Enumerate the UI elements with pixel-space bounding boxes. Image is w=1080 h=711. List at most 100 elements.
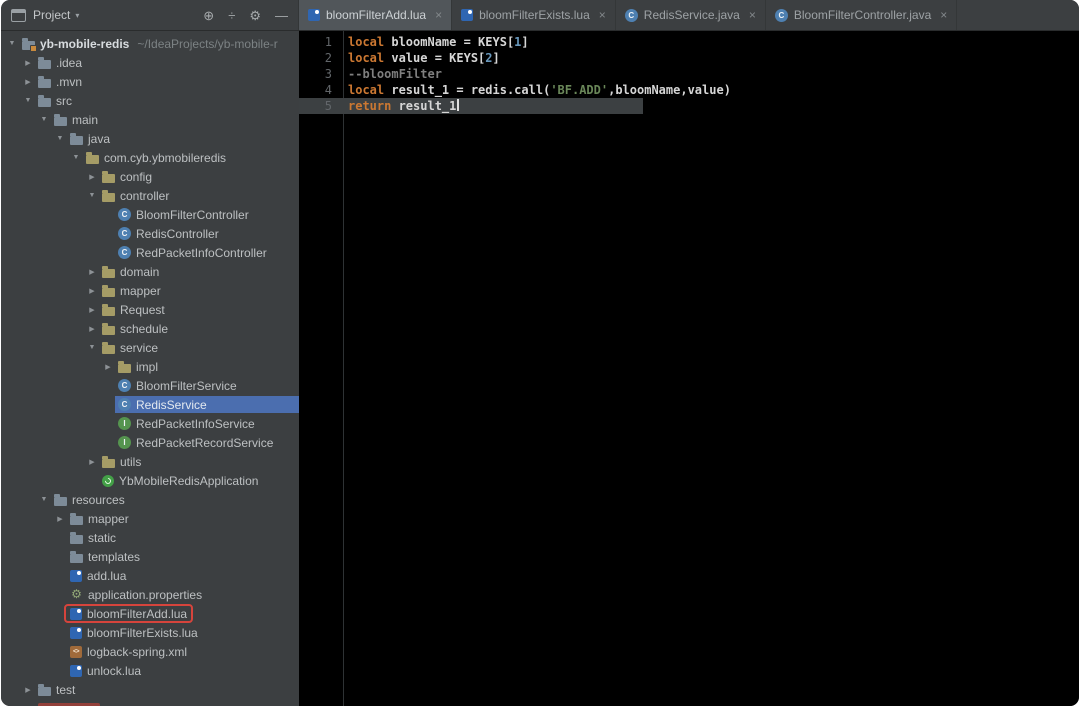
folder-icon — [54, 493, 67, 506]
tree-item[interactable]: ▶ Request — [1, 300, 299, 319]
expand-arrow-icon[interactable]: ▶ — [101, 363, 115, 371]
locate-icon[interactable]: ⊕ — [203, 9, 214, 22]
settings-icon[interactable]: ⚙ — [249, 9, 261, 22]
tree-item-label: templates — [88, 549, 141, 564]
code-line[interactable]: 1 local bloomName = KEYS[1] — [299, 34, 1079, 50]
tree-item[interactable]: ▶ test — [1, 680, 299, 699]
tree-item[interactable]: ▼ controller — [1, 186, 299, 205]
collapse-arrow-icon[interactable]: ▼ — [21, 97, 35, 104]
tree-item[interactable]: ▶ .mvn — [1, 72, 299, 91]
tree-item[interactable]: ▼ service — [1, 338, 299, 357]
collapse-arrow-icon[interactable]: ▼ — [5, 40, 19, 47]
tree-item[interactable]: C RedPacketInfoController — [1, 243, 299, 262]
line-number: 4 — [324, 83, 332, 97]
editor[interactable]: 1 local bloomName = KEYS[1] 2 local value =… — [299, 31, 1079, 706]
tree-item-content: com.cyb.ybmobileredis — [83, 149, 229, 166]
tree-item[interactable]: ▶ schedule — [1, 319, 299, 338]
tree-item[interactable]: C BloomFilterController — [1, 205, 299, 224]
expand-arrow-icon[interactable]: ▶ — [53, 515, 67, 523]
tree-item[interactable]: C RedisService — [1, 395, 299, 414]
collapse-arrow-icon[interactable]: ▼ — [53, 135, 67, 142]
tree-item-content: add.lua — [67, 567, 129, 584]
tree-item-label: application.properties — [88, 587, 203, 602]
code-line[interactable]: 3 --bloomFilter — [299, 66, 1079, 82]
tree-item[interactable]: <> logback-spring.xml — [1, 642, 299, 661]
code-line[interactable]: 2 local value = KEYS[2] — [299, 50, 1079, 66]
line-number: 2 — [324, 51, 332, 65]
expand-arrow-icon[interactable]: ▶ — [85, 325, 99, 333]
close-icon[interactable]: × — [940, 8, 947, 22]
tree-item[interactable]: ▼ com.cyb.ybmobileredis — [1, 148, 299, 167]
folder-pkg-icon — [86, 151, 99, 164]
close-icon[interactable]: × — [749, 8, 756, 22]
tree-item[interactable]: ⚙ application.properties — [1, 585, 299, 604]
tree-item[interactable]: YbMobileRedisApplication — [1, 471, 299, 490]
expand-arrow-icon[interactable]: ▶ — [21, 59, 35, 67]
tree-item[interactable]: ▼ yb-mobile-redis ~/IdeaProjects/yb-mobile… — [1, 34, 299, 53]
tree-item-label: mapper — [120, 283, 161, 298]
expand-arrow-icon[interactable]: ▶ — [21, 686, 35, 694]
collapse-all-icon[interactable]: ÷ — [228, 9, 235, 22]
editor-tab[interactable]: C BloomFilterController.java × — [766, 0, 958, 30]
tree-item-label: RedPacketRecordService — [136, 435, 274, 450]
expand-arrow-icon[interactable]: ▶ — [85, 458, 99, 466]
collapse-arrow-icon[interactable]: ▼ — [85, 192, 99, 199]
tree-item[interactable]: unlock.lua — [1, 661, 299, 680]
line-number: 3 — [324, 67, 332, 81]
hide-icon[interactable]: — — [275, 9, 288, 22]
folder-icon — [70, 132, 83, 145]
close-icon[interactable]: × — [599, 8, 606, 22]
tree-item-content: domain — [99, 263, 162, 280]
class-icon: C — [118, 398, 131, 411]
expand-arrow-icon[interactable]: ▶ — [85, 173, 99, 181]
close-icon[interactable]: × — [435, 8, 442, 22]
tree-item[interactable]: bloomFilterAdd.lua — [1, 604, 299, 623]
tree-item-label: utils — [120, 454, 142, 469]
tree-item[interactable]: ▶ domain — [1, 262, 299, 281]
tree-item[interactable]: ▶ .idea — [1, 53, 299, 72]
collapse-arrow-icon[interactable]: ▼ — [37, 496, 51, 503]
expand-arrow-icon[interactable]: ▶ — [85, 306, 99, 314]
tree-item[interactable]: static — [1, 528, 299, 547]
code-line[interactable]: 5 return result_1 — [299, 98, 1079, 114]
tree-item[interactable]: ▶ mapper — [1, 509, 299, 528]
collapse-arrow-icon[interactable]: ▼ — [37, 116, 51, 123]
tree-item-label: logback-spring.xml — [87, 644, 188, 659]
project-dropdown[interactable]: Project ▾ — [33, 8, 79, 22]
tree-item[interactable]: C RedisController — [1, 224, 299, 243]
editor-tab[interactable]: bloomFilterAdd.lua × — [299, 0, 453, 30]
tree-item[interactable]: ▶ impl — [1, 357, 299, 376]
tree-item[interactable]: templates — [1, 547, 299, 566]
tree-item-content: java — [67, 130, 113, 147]
tree-item-content: C BloomFilterService — [115, 377, 240, 394]
editor-tab[interactable]: bloomFilterExists.lua × — [452, 0, 616, 30]
expand-arrow-icon[interactable]: ▶ — [85, 268, 99, 276]
tree-item-label: yb-mobile-redis — [40, 36, 130, 51]
tree-item[interactable]: I RedPacketRecordService — [1, 433, 299, 452]
code-line[interactable]: 4 local result_1 = redis.call('BF.ADD',bl… — [299, 82, 1079, 98]
project-tool-window-icon[interactable] — [11, 8, 26, 22]
tree-item[interactable]: ▼ main — [1, 110, 299, 129]
tree-item[interactable]: add.lua — [1, 566, 299, 585]
tree-item-label: src — [56, 93, 72, 108]
tree-item[interactable] — [1, 699, 299, 706]
tree-item[interactable]: ▼ src — [1, 91, 299, 110]
tree-item[interactable]: bloomFilterExists.lua — [1, 623, 299, 642]
tree-item[interactable]: ▶ mapper — [1, 281, 299, 300]
tree-item-label: BloomFilterService — [136, 378, 237, 393]
project-dropdown-label: Project — [33, 8, 71, 22]
expand-arrow-icon[interactable]: ▶ — [21, 78, 35, 86]
tree-item[interactable]: ▶ config — [1, 167, 299, 186]
tree-item-label: .idea — [56, 55, 83, 70]
code-area: 1 local bloomName = KEYS[1] 2 local value =… — [299, 34, 1079, 114]
tree-item[interactable]: ▼ java — [1, 129, 299, 148]
tree-item[interactable]: I RedPacketInfoService — [1, 414, 299, 433]
tree-item[interactable]: C BloomFilterService — [1, 376, 299, 395]
tree-item[interactable]: ▼ resources — [1, 490, 299, 509]
project-path: ~/IdeaProjects/yb-mobile-r — [137, 36, 278, 51]
collapse-arrow-icon[interactable]: ▼ — [85, 344, 99, 351]
editor-tab[interactable]: C RedisService.java × — [616, 0, 766, 30]
collapse-arrow-icon[interactable]: ▼ — [69, 154, 83, 161]
tree-item[interactable]: ▶ utils — [1, 452, 299, 471]
expand-arrow-icon[interactable]: ▶ — [85, 287, 99, 295]
